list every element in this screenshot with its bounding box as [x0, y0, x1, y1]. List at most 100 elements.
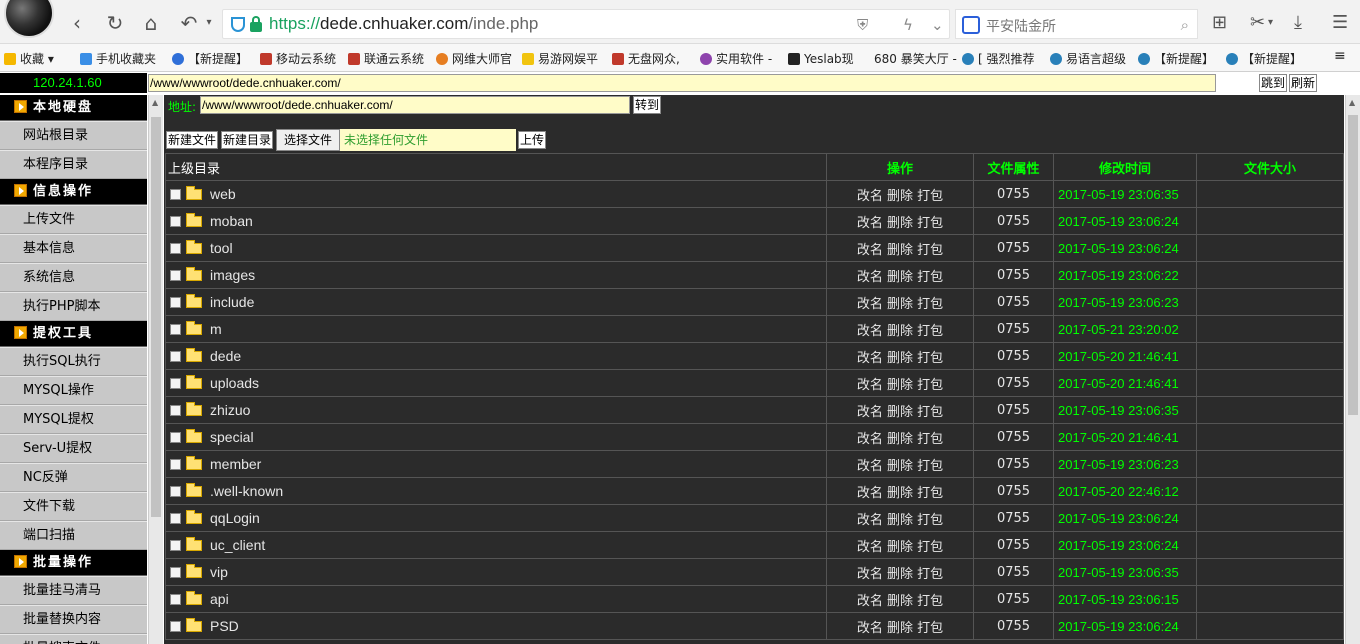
- row-mtime[interactable]: 2017-05-20 21:46:41: [1053, 369, 1197, 397]
- bookmark-item[interactable]: 【新提醒】: [1226, 50, 1302, 67]
- main-scrollbar[interactable]: ▲: [1345, 95, 1360, 644]
- menu-icon[interactable]: ☰: [1332, 14, 1348, 32]
- sidebar-item-site-root[interactable]: 网站根目录: [0, 121, 147, 150]
- upload-button[interactable]: 上传: [518, 131, 547, 149]
- row-mtime[interactable]: 2017-05-19 23:06:24: [1053, 207, 1197, 235]
- row-permissions[interactable]: 0755: [973, 180, 1054, 208]
- bookmark-item[interactable]: 易游网娱平: [522, 50, 598, 67]
- folder-link[interactable]: qqLogin: [210, 510, 260, 526]
- sidebar-item-port-scan[interactable]: 端口扫描: [0, 521, 147, 550]
- new-file-button[interactable]: 新建文件: [166, 131, 219, 149]
- folder-link[interactable]: uploads: [210, 375, 259, 391]
- row-operations[interactable]: 改名 删除 打包: [826, 369, 974, 397]
- row-mtime[interactable]: 2017-05-19 23:06:23: [1053, 450, 1197, 478]
- row-mtime[interactable]: 2017-05-19 23:06:24: [1053, 531, 1197, 559]
- folder-link[interactable]: vip: [210, 564, 228, 580]
- row-checkbox[interactable]: [170, 350, 181, 362]
- user-avatar[interactable]: [4, 0, 54, 38]
- scroll-up-icon[interactable]: ▲: [1349, 98, 1355, 107]
- row-permissions[interactable]: 0755: [973, 585, 1054, 613]
- search-box[interactable]: 平安陆金所 ⌕: [955, 9, 1198, 39]
- row-operations[interactable]: 改名 删除 打包: [826, 207, 974, 235]
- bookmark-item[interactable]: 收藏 ▾: [4, 50, 54, 67]
- row-checkbox[interactable]: [170, 269, 181, 281]
- goto-button[interactable]: 转到: [633, 96, 662, 114]
- row-mtime[interactable]: 2017-05-19 23:06:15: [1053, 585, 1197, 613]
- row-checkbox[interactable]: [170, 296, 181, 308]
- row-permissions[interactable]: 0755: [973, 234, 1054, 262]
- address-bar[interactable]: https://dede.cnhuaker.com/inde.php ⛨ ϟ ⌄: [222, 9, 950, 39]
- row-checkbox[interactable]: [170, 458, 181, 470]
- row-permissions[interactable]: 0755: [973, 315, 1054, 343]
- choose-file-button[interactable]: 选择文件: [276, 129, 341, 151]
- row-permissions[interactable]: 0755: [973, 477, 1054, 505]
- row-mtime[interactable]: 2017-05-21 23:20:02: [1053, 315, 1197, 343]
- sidebar-item-mysql-ops[interactable]: MYSQL操作: [0, 376, 147, 405]
- bookmark-item[interactable]: 实用软件 -: [700, 50, 772, 67]
- sidebar-item-upload-file[interactable]: 上传文件: [0, 205, 147, 234]
- row-operations[interactable]: 改名 删除 打包: [826, 612, 974, 640]
- folder-link[interactable]: member: [210, 456, 261, 472]
- bookmark-item[interactable]: 易语言超级: [1050, 50, 1126, 67]
- folder-link[interactable]: zhizuo: [210, 402, 250, 418]
- row-checkbox[interactable]: [170, 188, 181, 200]
- reload-icon[interactable]: ↻: [104, 12, 126, 34]
- folder-link[interactable]: PSD: [210, 618, 239, 634]
- row-permissions[interactable]: 0755: [973, 450, 1054, 478]
- row-mtime[interactable]: 2017-05-20 21:46:41: [1053, 423, 1197, 451]
- refresh-button[interactable]: 刷新: [1289, 74, 1318, 92]
- folder-link[interactable]: moban: [210, 213, 253, 229]
- row-checkbox[interactable]: [170, 512, 181, 524]
- row-checkbox[interactable]: [170, 215, 181, 227]
- row-mtime[interactable]: 2017-05-19 23:06:35: [1053, 558, 1197, 586]
- row-permissions[interactable]: 0755: [973, 504, 1054, 532]
- row-checkbox[interactable]: [170, 377, 181, 389]
- bookmark-item[interactable]: 无盘网众,: [612, 50, 680, 67]
- lightning-icon[interactable]: ϟ: [903, 16, 913, 34]
- sidebar-item-run-sql[interactable]: 执行SQL执行: [0, 347, 147, 376]
- row-operations[interactable]: 改名 删除 打包: [826, 396, 974, 424]
- undo-dropdown-icon[interactable]: ▾: [198, 12, 220, 34]
- row-permissions[interactable]: 0755: [973, 423, 1054, 451]
- address-input[interactable]: /www/wwwroot/dede.cnhuaker.com/: [200, 96, 630, 114]
- sidebar-item-mysql-escalate[interactable]: MYSQL提权: [0, 405, 147, 434]
- sidebar-item-servu-escalate[interactable]: Serv-U提权: [0, 434, 147, 463]
- row-permissions[interactable]: 0755: [973, 261, 1054, 289]
- row-checkbox[interactable]: [170, 485, 181, 497]
- url-text[interactable]: https://dede.cnhuaker.com/inde.php: [269, 14, 538, 34]
- row-operations[interactable]: 改名 删除 打包: [826, 585, 974, 613]
- row-operations[interactable]: 改名 删除 打包: [826, 477, 974, 505]
- sidebar-scroll-thumb[interactable]: [151, 117, 161, 517]
- bookmark-item[interactable]: [ 强烈推荐: [962, 50, 1035, 67]
- bookmark-item[interactable]: 网维大师官: [436, 50, 512, 67]
- bookmark-item[interactable]: 手机收藏夹: [80, 50, 156, 67]
- folder-link[interactable]: api: [210, 591, 229, 607]
- row-checkbox[interactable]: [170, 404, 181, 416]
- row-checkbox[interactable]: [170, 593, 181, 605]
- row-operations[interactable]: 改名 删除 打包: [826, 450, 974, 478]
- row-operations[interactable]: 改名 删除 打包: [826, 423, 974, 451]
- sidebar-item-nc-reverse[interactable]: NC反弹: [0, 463, 147, 492]
- sidebar-item-file-download[interactable]: 文件下载: [0, 492, 147, 521]
- row-operations[interactable]: 改名 删除 打包: [826, 261, 974, 289]
- row-permissions[interactable]: 0755: [973, 396, 1054, 424]
- row-mtime[interactable]: 2017-05-19 23:06:22: [1053, 261, 1197, 289]
- folder-link[interactable]: special: [210, 429, 254, 445]
- row-mtime[interactable]: 2017-05-19 23:06:24: [1053, 234, 1197, 262]
- sidebar-item-batch-replace[interactable]: 批量替换内容: [0, 605, 147, 634]
- folder-link[interactable]: .well-known: [210, 483, 283, 499]
- scroll-up-icon[interactable]: ▲: [152, 98, 158, 107]
- row-mtime[interactable]: 2017-05-19 23:06:24: [1053, 504, 1197, 532]
- row-operations[interactable]: 改名 删除 打包: [826, 315, 974, 343]
- row-permissions[interactable]: 0755: [973, 369, 1054, 397]
- row-operations[interactable]: 改名 删除 打包: [826, 234, 974, 262]
- parent-dir-link[interactable]: 上级目录: [165, 153, 827, 181]
- bookmark-item[interactable]: Yeslab现: [788, 50, 854, 67]
- row-permissions[interactable]: 0755: [973, 558, 1054, 586]
- sidebar-item-program-dir[interactable]: 本程序目录: [0, 150, 147, 179]
- bookmark-item[interactable]: 联通云系统: [348, 50, 424, 67]
- search-engine-icon[interactable]: [962, 16, 980, 34]
- row-mtime[interactable]: 2017-05-19 23:06:24: [1053, 612, 1197, 640]
- row-permissions[interactable]: 0755: [973, 612, 1054, 640]
- scissors-dropdown-icon[interactable]: ▾: [1268, 14, 1273, 32]
